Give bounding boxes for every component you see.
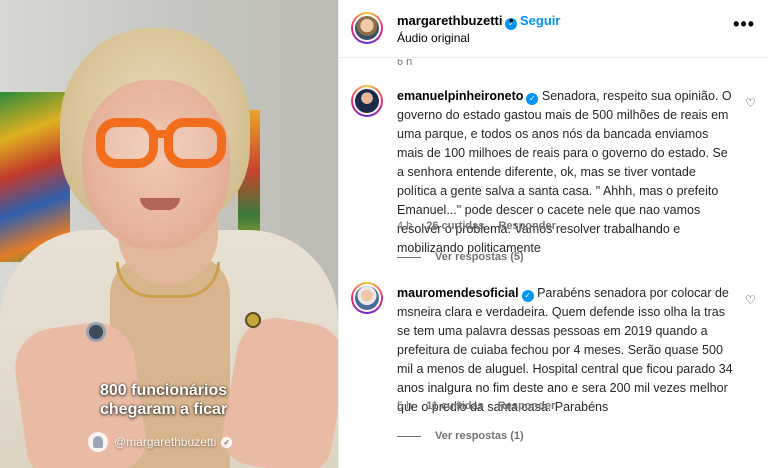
- verified-badge-icon: ✓: [521, 290, 534, 302]
- post-header: margarethbuzetti ✓ • Seguir Áudio origina…: [339, 0, 768, 58]
- commenter-avatar[interactable]: [351, 282, 383, 314]
- comment-body: mauromendesoficial ✓ Parabéns senadora po…: [397, 284, 737, 417]
- caption-timestamp: 6 h: [397, 59, 413, 68]
- comment-body: emanuelpinheironeto ✓ Senadora, respeito …: [397, 87, 737, 258]
- reply-button[interactable]: Responder: [498, 400, 555, 412]
- caption-line-2: chegaram a ficar: [100, 401, 228, 418]
- video-watermark: @margarethbuzetti ✓: [88, 431, 233, 453]
- reply-button[interactable]: Responder: [498, 220, 555, 232]
- watermark-avatar-icon: [88, 432, 108, 452]
- commenter-avatar[interactable]: [351, 85, 383, 117]
- comment-meta: 4 h 26 curtidas Responder: [397, 220, 556, 232]
- comment-likes[interactable]: 11 curtidas: [426, 400, 483, 412]
- watermark-verified-icon: ✓: [221, 436, 233, 448]
- follow-button[interactable]: Seguir: [520, 13, 560, 28]
- replies-divider: [397, 256, 421, 258]
- ring-left: [86, 322, 106, 342]
- ring-right: [245, 312, 261, 328]
- glasses-bridge: [152, 130, 170, 138]
- verified-badge-icon: ✓: [526, 93, 539, 105]
- comment-text: Parabéns senadora por colocar de msneira…: [397, 286, 733, 414]
- speaker-mouth: [140, 198, 180, 210]
- more-options-icon[interactable]: •••: [733, 14, 755, 35]
- heart-outline-icon[interactable]: ♡: [745, 96, 757, 110]
- video-caption: 800 funcionários chegaram a ficar: [100, 381, 300, 419]
- reel-video[interactable]: 800 funcionários chegaram a ficar @marga…: [0, 0, 338, 468]
- view-replies-button[interactable]: Ver respostas (5): [397, 251, 524, 263]
- caption-line-1: 800 funcionários: [100, 382, 228, 399]
- glasses-right-lens: [164, 118, 226, 168]
- comment-meta: 5 h 11 curtidas Responder: [397, 400, 555, 412]
- audio-label[interactable]: Áudio original: [397, 31, 470, 45]
- replies-divider: [397, 435, 421, 437]
- watermark-username: @margarethbuzetti: [114, 435, 217, 449]
- author-username[interactable]: margarethbuzetti ✓: [397, 13, 518, 30]
- comments-list[interactable]: 6 h emanuelpinheironeto ✓ Senadora, respe…: [339, 59, 768, 468]
- commenter-username[interactable]: mauromendesoficial: [397, 286, 519, 300]
- view-replies-label[interactable]: Ver respostas (1): [435, 430, 524, 442]
- header-separator: •: [509, 13, 514, 28]
- view-replies-label[interactable]: Ver respostas (5): [435, 251, 524, 263]
- author-avatar[interactable]: [351, 12, 383, 44]
- author-username-text[interactable]: margarethbuzetti: [397, 13, 502, 28]
- comment-likes[interactable]: 26 curtidas: [426, 220, 484, 232]
- heart-outline-icon[interactable]: ♡: [745, 293, 757, 307]
- commenter-username[interactable]: emanuelpinheironeto: [397, 89, 523, 103]
- comment-time: 4 h: [397, 220, 413, 232]
- post-sidebar: margarethbuzetti ✓ • Seguir Áudio origina…: [338, 0, 768, 468]
- glasses-left-lens: [96, 118, 158, 168]
- comment-time: 5 h: [397, 400, 413, 412]
- view-replies-button[interactable]: Ver respostas (1): [397, 430, 524, 442]
